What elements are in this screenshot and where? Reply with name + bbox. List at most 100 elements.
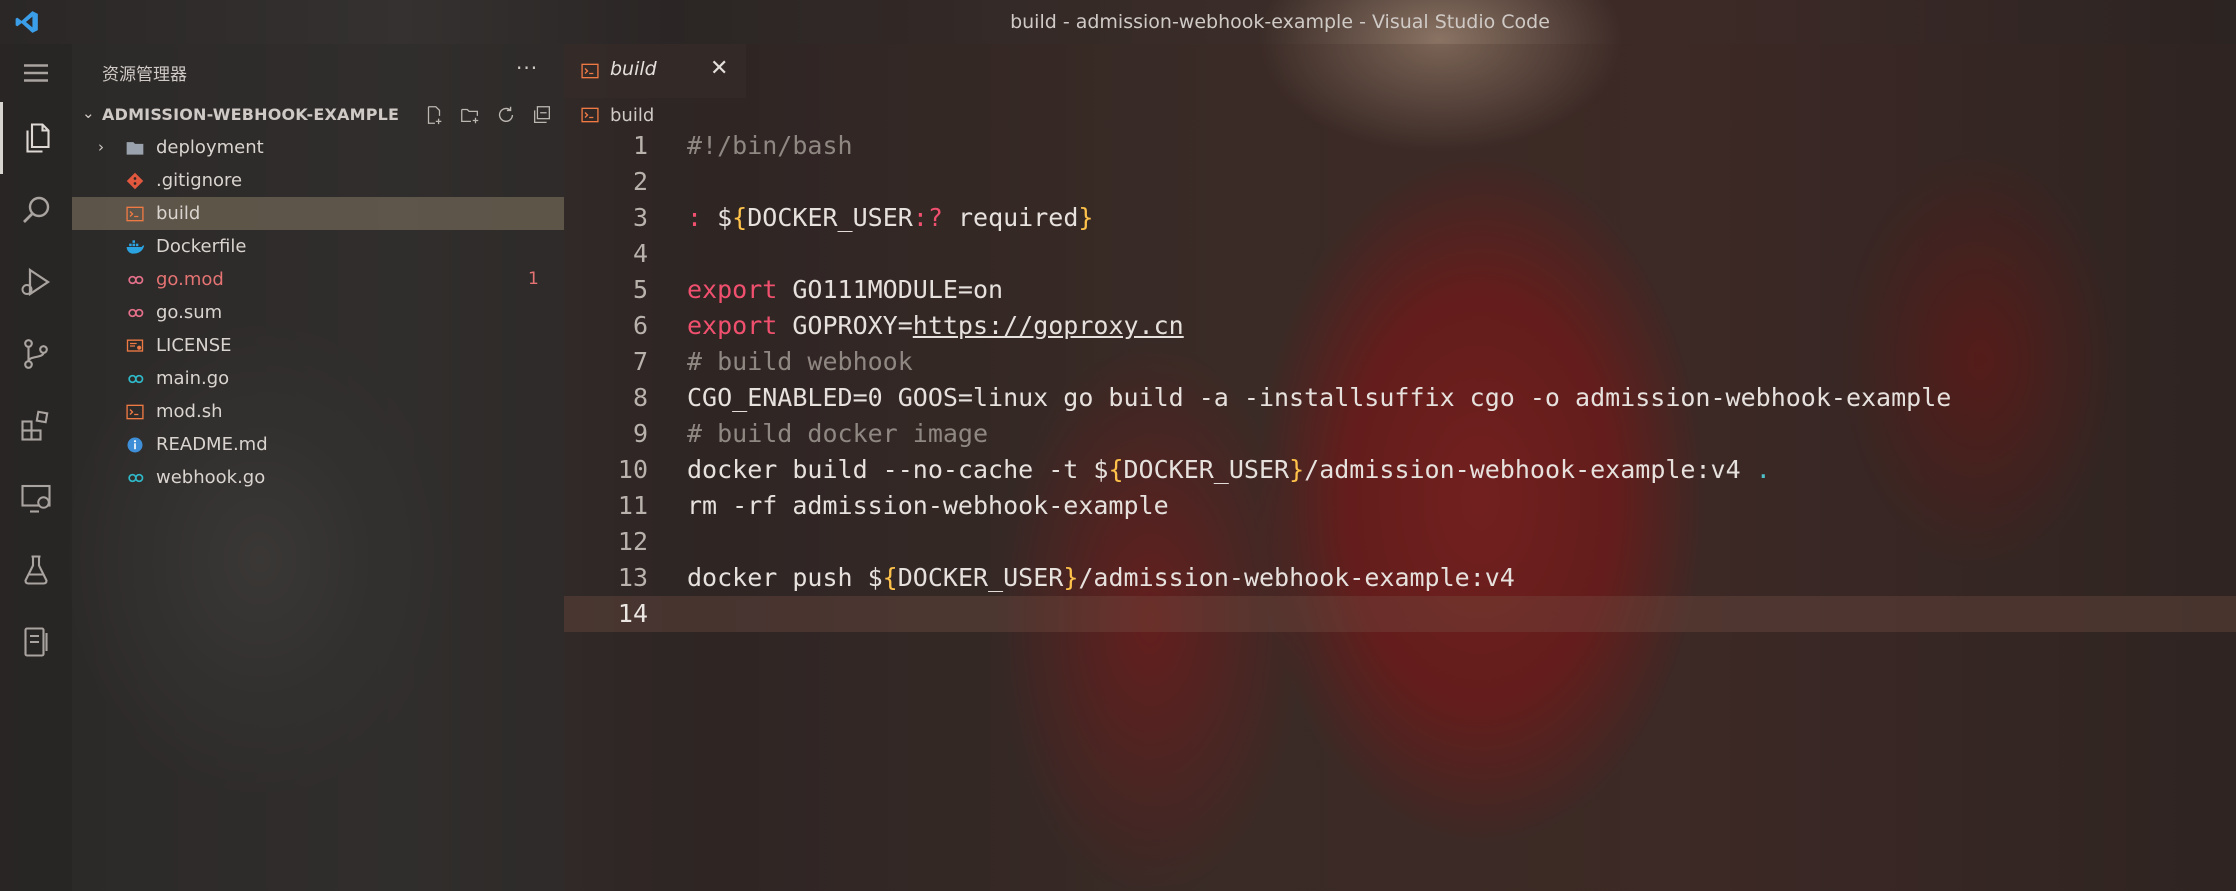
tree-item-label: Dockerfile [156, 236, 247, 257]
code-text: rm -rf admission-webhook-example [687, 491, 1169, 520]
line-number: 2 [632, 167, 648, 196]
code-line[interactable]: 9 # build docker image [564, 416, 2236, 452]
breadcrumb-file: build [610, 104, 655, 126]
info-icon [124, 435, 146, 455]
explorer-title: 资源管理器 [102, 65, 187, 85]
code-text: #!/bin/bash [687, 131, 853, 160]
line-number: 14 [617, 599, 648, 628]
code-text: : ${DOCKER_USER:? required} [687, 203, 1094, 232]
window-title: build - admission-webhook-example - Visu… [1010, 11, 1550, 33]
new-folder-icon[interactable] [456, 102, 484, 128]
code-line[interactable]: 14 [564, 596, 2236, 632]
tree-item-gitignore[interactable]: .gitignore [72, 164, 564, 197]
tree-item-label: .gitignore [156, 170, 243, 191]
docker-icon [124, 237, 146, 257]
line-number: 8 [632, 383, 648, 412]
tree-item-label: main.go [156, 368, 230, 389]
tree-item-license[interactable]: LICENSE [72, 329, 564, 362]
code-line[interactable]: 6 export GOPROXY=https://goproxy.cn [564, 308, 2236, 344]
chevron-down-icon: ⌄ [82, 104, 95, 122]
explorer-sidebar: 资源管理器 ··· ⌄ ADMISSION-WEBHOOK-EXAMPLE › … [72, 44, 564, 891]
tree-item-deployment[interactable]: › deployment [72, 131, 564, 164]
license-icon [124, 336, 146, 356]
go-icon [124, 303, 146, 323]
close-icon[interactable]: ✕ [710, 56, 728, 81]
vscode-window: build - admission-webhook-example - Visu… [0, 0, 2236, 891]
testing-icon[interactable] [0, 534, 72, 606]
line-number: 11 [617, 491, 648, 520]
tab-build[interactable]: build ✕ [564, 44, 746, 98]
tree-item-label: LICENSE [156, 335, 232, 356]
activity-bar [0, 44, 72, 891]
go-icon [124, 468, 146, 488]
line-number: 13 [617, 563, 648, 592]
source-control-icon[interactable] [0, 318, 72, 390]
code-text: docker push ${DOCKER_USER}/admission-web… [687, 563, 1515, 592]
code-line[interactable]: 3 : ${DOCKER_USER:? required} [564, 200, 2236, 236]
tree-item-label: go.sum [156, 302, 223, 323]
remote-explorer-icon[interactable] [0, 462, 72, 534]
code-line[interactable]: 1 #!/bin/bash [564, 128, 2236, 164]
tree-item-label: deployment [156, 137, 264, 158]
code-line[interactable]: 10 docker build --no-cache -t ${DOCKER_US… [564, 452, 2236, 488]
tree-item-main-go[interactable]: main.go [72, 362, 564, 395]
code-text: docker build --no-cache -t ${DOCKER_USER… [687, 455, 1771, 484]
code-line[interactable]: 8 CGO_ENABLED=0 GOOS=linux go build -a -i… [564, 380, 2236, 416]
project-actions [420, 102, 556, 128]
line-number: 5 [632, 275, 648, 304]
refresh-icon[interactable] [492, 102, 520, 128]
line-number: 10 [617, 455, 648, 484]
extensions-icon[interactable] [0, 390, 72, 462]
tree-item-mod-sh[interactable]: mod.sh [72, 395, 564, 428]
code-line[interactable]: 7 # build webhook [564, 344, 2236, 380]
code-line[interactable]: 11 rm -rf admission-webhook-example [564, 488, 2236, 524]
tree-item-label: build [156, 203, 201, 224]
code-line[interactable]: 2 [564, 164, 2236, 200]
code-line[interactable]: 5 export GO111MODULE=on [564, 272, 2236, 308]
go-icon [124, 270, 146, 290]
tree-item-label: README.md [156, 434, 268, 455]
code-text: export GOPROXY=https://goproxy.cn [687, 311, 1184, 340]
collapse-all-icon[interactable] [528, 102, 556, 128]
line-number: 12 [617, 527, 648, 556]
run-debug-icon[interactable] [0, 246, 72, 318]
git-icon [124, 171, 146, 191]
tree-item-go-mod[interactable]: go.mod 1 [72, 263, 564, 296]
code-line[interactable]: 13 docker push ${DOCKER_USER}/admission-w… [564, 560, 2236, 596]
code-text: # build docker image [687, 419, 989, 448]
tree-item-go-sum[interactable]: go.sum [72, 296, 564, 329]
folder-icon [124, 138, 146, 158]
line-number: 4 [632, 239, 648, 268]
code-line[interactable]: 4 [564, 236, 2236, 272]
more-actions-button[interactable]: ··· [516, 56, 538, 80]
terminal-icon [124, 204, 146, 224]
terminal-icon [124, 402, 146, 422]
line-number: 9 [632, 419, 648, 448]
tree-item-label: webhook.go [156, 467, 266, 488]
code-text: # build webhook [687, 347, 913, 376]
code-line[interactable]: 12 [564, 524, 2236, 560]
chevron-right-icon: › [98, 138, 104, 156]
line-number: 6 [632, 311, 648, 340]
menu-icon[interactable] [0, 44, 72, 102]
project-header[interactable]: ⌄ ADMISSION-WEBHOOK-EXAMPLE [72, 100, 564, 130]
search-icon[interactable] [0, 174, 72, 246]
tree-item-label: go.mod [156, 269, 224, 290]
explorer-icon[interactable] [0, 102, 72, 174]
notebook-icon[interactable] [0, 606, 72, 678]
tree-item-build[interactable]: build [72, 197, 564, 230]
tab-label: build [610, 58, 657, 80]
breadcrumb[interactable]: build [580, 102, 654, 128]
line-number: 7 [632, 347, 648, 376]
line-number: 1 [632, 131, 648, 160]
project-name: ADMISSION-WEBHOOK-EXAMPLE [102, 105, 400, 124]
new-file-icon[interactable] [420, 102, 448, 128]
tree-item-webhook-go[interactable]: webhook.go [72, 461, 564, 494]
tree-item-dockerfile[interactable]: Dockerfile [72, 230, 564, 263]
code-text: CGO_ENABLED=0 GOOS=linux go build -a -in… [687, 383, 1952, 412]
code-text: export GO111MODULE=on [687, 275, 1004, 304]
tree-item-readme[interactable]: README.md [72, 428, 564, 461]
line-number: 3 [632, 203, 648, 232]
problem-count-badge: 1 [528, 269, 539, 289]
terminal-icon [581, 63, 599, 79]
